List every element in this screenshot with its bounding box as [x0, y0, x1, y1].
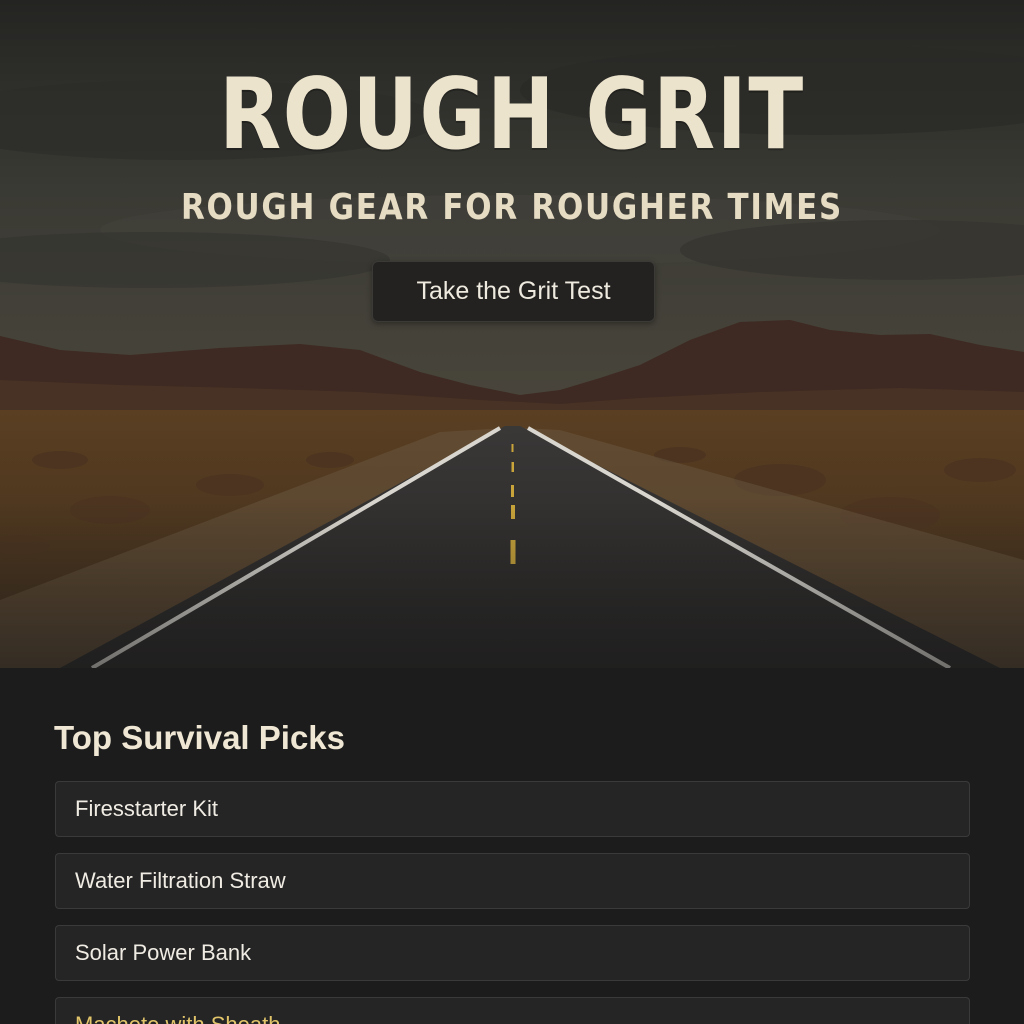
section-heading: Top Survival Picks	[54, 719, 346, 756]
survival-picks-section: Top Survival Picks Firesstarter Kit Wate…	[0, 668, 1024, 1024]
list-item-firestarter-kit[interactable]: Firesstarter Kit	[55, 781, 970, 837]
list-item-label: Firesstarter Kit	[75, 796, 219, 821]
list-item-label: Water Filtration Straw	[75, 868, 286, 893]
list-item-machete-with-sheath[interactable]: Machete with Sheath	[55, 997, 970, 1024]
list-item-label: Solar Power Bank	[75, 940, 252, 965]
hero-banner: ROUGH GRIT ROUGH GEAR FOR ROUGHER TIMES …	[0, 0, 1024, 668]
list-item-solar-power-bank[interactable]: Solar Power Bank	[55, 925, 970, 981]
brand-title: ROUGH GRIT	[219, 58, 805, 172]
page: ROUGH GRIT ROUGH GEAR FOR ROUGHER TIMES …	[0, 0, 1024, 1024]
brand-tagline: ROUGH GEAR FOR ROUGHER TIMES	[180, 187, 844, 228]
list-item-label: Machete with Sheath	[75, 998, 280, 1024]
grit-test-button[interactable]: Take the Grit Test	[372, 261, 655, 322]
list-item-water-filtration-straw[interactable]: Water Filtration Straw	[55, 853, 970, 909]
